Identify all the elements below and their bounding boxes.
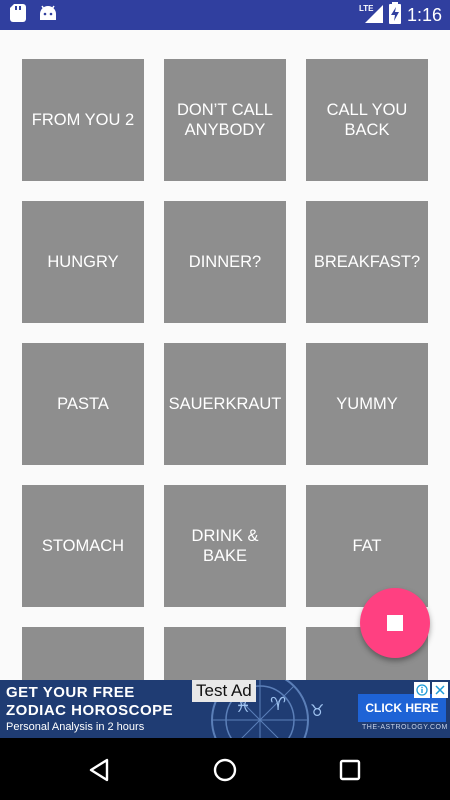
ad-banner[interactable]: ♓ ♈ ♉ GET YOUR FREE ZODIAC HOROSCOPE Per… [0,680,450,738]
sound-tile[interactable]: DINNER? [164,201,286,323]
ad-subtitle: Personal Analysis in 2 hours [6,721,145,733]
ad-controls [414,682,448,698]
ad-cta-button[interactable]: CLICK HERE [358,694,446,722]
stop-icon [387,615,403,631]
sound-tile[interactable]: PASTA [22,343,144,465]
test-ad-label: Test Ad [192,680,256,702]
sound-tile[interactable] [164,627,286,680]
navigation-bar [0,738,450,800]
sound-tile[interactable] [22,627,144,680]
system-icons: LTE 1:16 [359,1,442,29]
ad-headline: GET YOUR FREE [6,684,135,701]
sound-tile[interactable]: CALL YOU BACK [306,59,428,181]
ad-choices-icon[interactable] [414,682,430,698]
stop-button[interactable] [360,588,430,658]
recents-icon[interactable] [337,757,363,783]
sound-tile[interactable]: YUMMY [306,343,428,465]
clock: 1:16 [406,4,442,25]
sound-tile[interactable]: FROM YOU 2 [22,59,144,181]
network-label: LTE [359,4,374,13]
sound-tile[interactable]: BREAKFAST? [306,201,428,323]
battery-charging-icon [388,1,401,29]
ad-domain: THE-ASTROLOGY.COM [362,724,448,731]
sd-card-icon [10,3,26,27]
sound-tile[interactable]: HUNGRY [22,201,144,323]
lte-signal-icon: LTE [359,3,383,28]
sound-tile[interactable]: DON’T CALL ANYBODY [164,59,286,181]
sound-tile[interactable]: DRINK & BAKE [164,485,286,607]
svg-text:♉: ♉ [310,701,324,720]
android-icon [38,4,58,27]
sound-tile[interactable]: STOMACH [22,485,144,607]
ad-headline-2: ZODIAC HOROSCOPE [6,702,174,719]
home-icon[interactable] [212,757,238,783]
svg-text:♈: ♈ [270,694,286,715]
zodiac-wheel-graphic: ♓ ♈ ♉ [211,680,324,738]
notification-icons [10,3,58,27]
close-icon[interactable] [432,682,448,698]
back-icon[interactable] [87,757,113,783]
sound-grid: FROM YOU 2 DON’T CALL ANYBODY CALL YOU B… [0,30,450,680]
sound-tile[interactable]: FAT [306,485,428,607]
sound-tile[interactable]: SAUERKRAUT [164,343,286,465]
status-bar: LTE 1:16 [0,0,450,30]
